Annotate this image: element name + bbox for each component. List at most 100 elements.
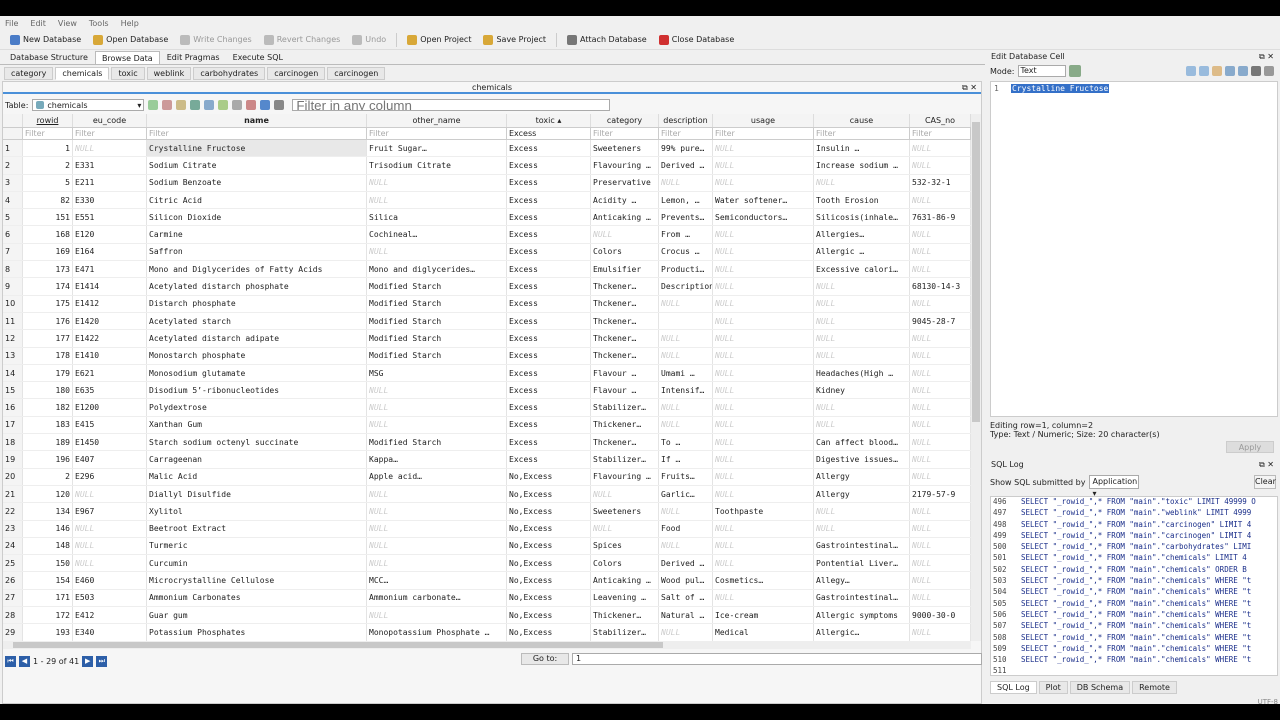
table-cell[interactable]: 180	[23, 382, 73, 399]
close-database-button[interactable]: Close Database	[655, 34, 739, 46]
table-row[interactable]: 12 177 E1422 Acetylated distarch adipate Mod…	[3, 330, 971, 348]
table-cell[interactable]: 7631-86-9	[910, 209, 971, 226]
table-cell[interactable]: Gastrointestinal…	[814, 537, 910, 555]
table-cell[interactable]: E1414	[73, 278, 147, 295]
table-cell[interactable]: Medical	[713, 624, 814, 641]
column-header-8[interactable]: cause	[814, 114, 910, 127]
table-row[interactable]: 3 5 E211 Sodium Benzoate NULL Excess Preservat…	[3, 174, 971, 192]
table-cell[interactable]: Excess	[507, 209, 591, 226]
table-cell[interactable]: 171	[23, 589, 73, 607]
table-cell[interactable]: Excess	[507, 382, 591, 399]
table-cell[interactable]: Colors	[591, 555, 659, 572]
tab-browse-data[interactable]: Browse Data	[94, 51, 160, 64]
table-cell[interactable]: NULL	[910, 157, 971, 174]
table-cell[interactable]: Ice-cream	[713, 607, 814, 624]
table-tab-carcinogen[interactable]: carcinogen	[267, 67, 326, 80]
table-cell[interactable]: Excess	[507, 157, 591, 174]
table-tab-category[interactable]: category	[4, 67, 54, 80]
table-cell[interactable]: NULL	[73, 520, 147, 537]
table-row[interactable]: 5 151 E551 Silicon Dioxide Silica Excess Antic…	[3, 209, 971, 227]
table-cell[interactable]: E412	[73, 607, 147, 624]
table-cell[interactable]: 169	[23, 243, 73, 261]
import-icon[interactable]	[1212, 66, 1222, 76]
table-cell[interactable]: 2	[23, 468, 73, 485]
table-cell[interactable]: Colors	[591, 243, 659, 261]
table-cell[interactable]: NULL	[367, 503, 507, 520]
table-row[interactable]: 10 175 E1412 Distarch phosphate Modified Sta…	[3, 295, 971, 313]
open-project-button[interactable]: Open Project	[403, 34, 475, 46]
table-cell[interactable]: NULL	[367, 537, 507, 555]
table-cell[interactable]: NULL	[910, 140, 971, 157]
table-cell[interactable]: Excess	[507, 243, 591, 261]
table-cell[interactable]: Silicon Dioxide	[147, 209, 367, 226]
table-cell[interactable]: NULL	[910, 537, 971, 555]
table-row[interactable]: 24 148 NULL Turmeric NULL No,Excess Spices NULL…	[3, 537, 971, 556]
table-cell[interactable]: 189	[23, 434, 73, 451]
table-cell[interactable]: E340	[73, 624, 147, 641]
table-cell[interactable]: NULL	[713, 157, 814, 174]
table-cell[interactable]: NULL	[713, 416, 814, 434]
tab-edit-pragmas[interactable]: Edit Pragmas	[161, 51, 226, 64]
table-cell[interactable]: 172	[23, 607, 73, 624]
table-cell[interactable]: 2	[23, 157, 73, 174]
save-table-icon[interactable]	[190, 100, 201, 110]
table-cell[interactable]: NULL	[713, 174, 814, 191]
table-cell[interactable]: Wood pul…	[659, 572, 713, 589]
table-cell[interactable]: NULL	[910, 330, 971, 347]
table-row[interactable]: 13 178 E1410 Monostarch phosphate Modified S…	[3, 347, 971, 365]
menu-help[interactable]: Help	[121, 19, 139, 28]
table-cell[interactable]: Anticaking …	[591, 209, 659, 226]
table-cell[interactable]: Thickener…	[591, 416, 659, 434]
table-cell[interactable]: Flavour …	[591, 364, 659, 382]
table-cell[interactable]: Saffron	[147, 243, 367, 261]
dock-tab-plot[interactable]: Plot	[1038, 681, 1068, 694]
table-cell[interactable]: Potassium Phosphates	[147, 624, 367, 641]
table-row[interactable]: 17 183 E415 Xanthan Gum NULL Excess Thickener……	[3, 416, 971, 435]
copy-icon[interactable]	[218, 100, 229, 110]
table-cell[interactable]: NULL	[713, 468, 814, 485]
table-cell[interactable]: E1410	[73, 347, 147, 364]
table-cell[interactable]: Modified Starch	[367, 347, 507, 364]
table-cell[interactable]: E415	[73, 416, 147, 434]
table-cell[interactable]: Allergic…	[814, 624, 910, 641]
table-cell[interactable]: NULL	[814, 503, 910, 520]
table-cell[interactable]: 177	[23, 330, 73, 347]
table-cell[interactable]: Allergy	[814, 468, 910, 485]
table-cell[interactable]: 151	[23, 209, 73, 226]
table-cell[interactable]: NULL	[713, 243, 814, 261]
table-cell[interactable]: E1200	[73, 399, 147, 416]
write-changes-button[interactable]: Write Changes	[176, 34, 255, 46]
table-cell[interactable]: NULL	[814, 295, 910, 312]
column-filter-input[interactable]: Filter	[713, 128, 814, 139]
table-row[interactable]: 29 193 E340 Potassium Phosphates Monopotassi…	[3, 624, 971, 641]
column-header-9[interactable]: CAS_no	[910, 114, 971, 127]
table-tab-toxic[interactable]: toxic	[111, 67, 145, 80]
column-header-1[interactable]: eu_code	[73, 114, 147, 127]
table-cell[interactable]: Disodium 5’-ribonucleotides	[147, 382, 367, 399]
table-cell[interactable]: Excess	[507, 416, 591, 434]
table-cell[interactable]: NULL	[910, 399, 971, 416]
table-cell[interactable]: NULL	[713, 295, 814, 312]
table-cell[interactable]: Description from foo…	[659, 278, 713, 295]
table-cell[interactable]: Starch sodium octenyl succinate	[147, 434, 367, 451]
table-row[interactable]: 18 189 E1450 Starch sodium octenyl succinat…	[3, 434, 971, 452]
table-cell[interactable]: Flavouring …	[591, 468, 659, 485]
table-cell[interactable]: Prevents…	[659, 209, 713, 226]
tab-execute-sql[interactable]: Execute SQL	[227, 51, 289, 64]
undo-button[interactable]: Undo	[348, 34, 390, 46]
table-cell[interactable]: Preservative	[591, 174, 659, 191]
table-cell[interactable]: NULL	[910, 555, 971, 572]
table-cell[interactable]: Allergic symptoms	[814, 607, 910, 624]
table-cell[interactable]: 168	[23, 226, 73, 243]
table-cell[interactable]: 1	[23, 140, 73, 157]
table-row[interactable]: 28 172 E412 Guar gum NULL No,Excess Thickener……	[3, 607, 971, 625]
table-cell[interactable]: Diallyl Disulfide	[147, 485, 367, 503]
column-filter-input[interactable]: Filter	[73, 128, 147, 139]
table-cell[interactable]: NULL	[713, 434, 814, 451]
table-row[interactable]: 4 82 E330 Citric Acid NULL Excess Acidity … Lem…	[3, 191, 971, 210]
table-cell[interactable]: Excess	[507, 330, 591, 347]
save-cell-icon[interactable]	[1251, 66, 1261, 76]
table-cell[interactable]: Excess	[507, 434, 591, 451]
table-cell[interactable]: NULL	[659, 624, 713, 641]
table-cell[interactable]: NULL	[814, 174, 910, 191]
